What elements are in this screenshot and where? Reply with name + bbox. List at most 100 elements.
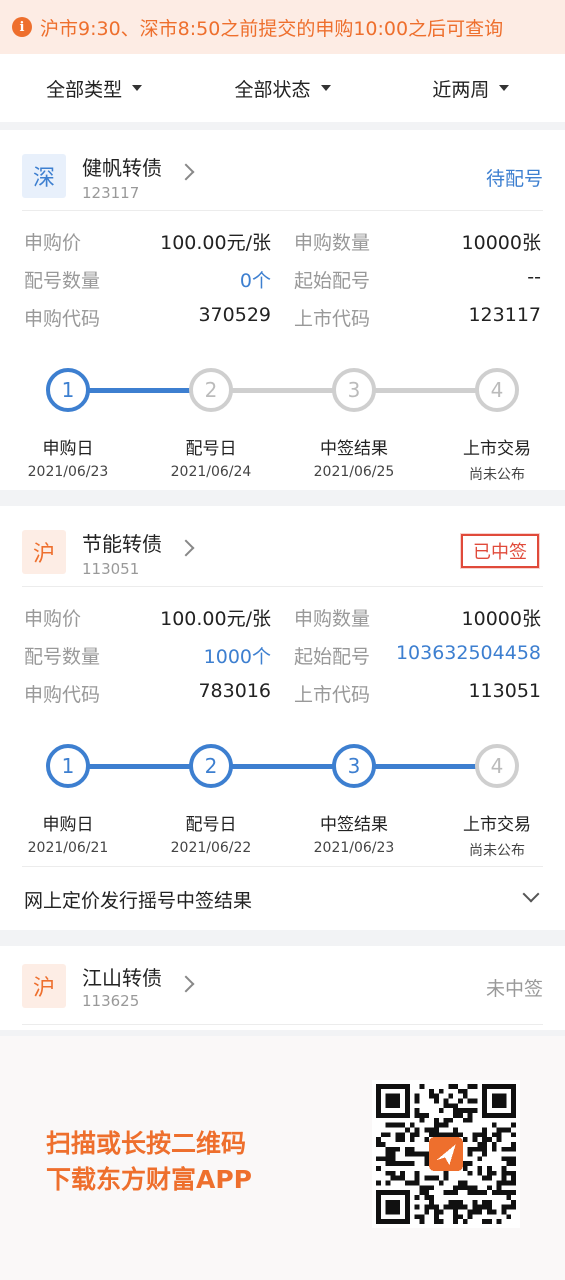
step-label: 上市交易 — [463, 815, 531, 835]
info-row: 配号数量 1000个 起始配号 103632504458 — [0, 642, 565, 680]
step-label: 申购日 — [42, 815, 94, 835]
lottery-result-expander[interactable]: 网上定价发行摇号中签结果 — [0, 868, 565, 932]
value-list-code: 123117 — [468, 304, 541, 326]
step-date: 尚未公布 — [469, 467, 525, 483]
step-label: 申购日 — [42, 439, 94, 459]
info-row: 申购价 100.00元/张 申购数量 10000张 — [0, 228, 565, 266]
label-sub-code: 申购代码 — [24, 684, 101, 706]
chevron-down-icon — [522, 885, 540, 903]
step-circle: 3 — [332, 368, 376, 412]
bond-card: 沪 江山转债 113625 未中签 — [0, 946, 565, 1030]
value-list-code: 113051 — [468, 680, 541, 702]
filter-type[interactable]: 全部类型 — [0, 54, 188, 122]
bond-header[interactable]: 沪 江山转债 113625 未中签 — [0, 946, 565, 1030]
value-price: 100.00元/张 — [160, 232, 271, 254]
value-sub-code: 783016 — [198, 680, 271, 702]
info-icon: i — [12, 17, 32, 37]
step-label: 中签结果 — [320, 439, 388, 459]
bond-name: 江山转债 — [82, 966, 162, 990]
value-start-no[interactable]: 103632504458 — [396, 642, 541, 664]
step-circle: 4 — [475, 744, 519, 788]
step-label: 配号日 — [185, 815, 237, 835]
step-date: 2021/06/25 — [313, 464, 395, 480]
bond-header[interactable]: 沪 节能转债 113051 已中签 — [0, 506, 565, 594]
step-label: 中签结果 — [320, 815, 388, 835]
label-match-qty: 配号数量 — [24, 270, 101, 292]
filter-status[interactable]: 全部状态 — [188, 54, 376, 122]
progress-steps: 1 申购日 2021/06/23 2 配号日 2021/06/24 3 中签结果 2021/06… — [0, 352, 565, 492]
label-match-qty: 配号数量 — [24, 646, 101, 668]
divider — [22, 210, 543, 211]
bond-code: 123117 — [82, 184, 140, 202]
step-date: 尚未公布 — [469, 843, 525, 859]
step-circle: 2 — [189, 744, 233, 788]
caret-down-icon — [132, 85, 143, 91]
step-date: 2021/06/23 — [27, 464, 109, 480]
filter-type-label: 全部类型 — [46, 78, 123, 101]
label-list-code: 上市代码 — [294, 308, 371, 330]
step-circle: 2 — [189, 368, 233, 412]
qr-code-graphic — [376, 1084, 516, 1224]
step-circle: 1 — [46, 744, 90, 788]
label-start-no: 起始配号 — [294, 646, 371, 668]
label-sub-code: 申购代码 — [24, 308, 101, 330]
bond-code: 113625 — [82, 992, 140, 1010]
value-start-no: -- — [527, 266, 541, 288]
step-label: 配号日 — [185, 439, 237, 459]
promo-line2: 下载东方财富APP — [46, 1165, 252, 1194]
step-circle: 1 — [46, 368, 90, 412]
label-price: 申购价 — [24, 608, 82, 630]
chevron-right-icon — [177, 163, 195, 181]
status-badge: 待配号 — [485, 168, 543, 190]
bond-name: 节能转债 — [82, 532, 162, 556]
notice-text: 沪市9:30、深市8:50之前提交的申购10:00之后可查询 — [40, 17, 504, 40]
step-date: 2021/06/21 — [27, 840, 109, 856]
divider — [22, 1024, 543, 1025]
value-price: 100.00元/张 — [160, 608, 271, 630]
info-row: 申购价 100.00元/张 申购数量 10000张 — [0, 604, 565, 642]
bond-header[interactable]: 深 健帆转债 123117 待配号 — [0, 130, 565, 218]
chevron-right-icon — [177, 975, 195, 993]
market-badge: 沪 — [22, 530, 66, 574]
promo-line1: 扫描或长按二维码 — [46, 1129, 247, 1158]
info-row: 申购代码 783016 上市代码 113051 — [0, 680, 565, 718]
value-qty: 10000张 — [461, 232, 541, 254]
filter-status-label: 全部状态 — [234, 78, 311, 101]
bond-code: 113051 — [82, 560, 140, 578]
step-circle: 4 — [475, 368, 519, 412]
chevron-right-icon — [177, 539, 195, 557]
value-qty: 10000张 — [461, 608, 541, 630]
step-date: 2021/06/24 — [170, 464, 252, 480]
info-row: 申购代码 370529 上市代码 123117 — [0, 304, 565, 342]
divider — [22, 586, 543, 587]
step-circle: 3 — [332, 744, 376, 788]
label-list-code: 上市代码 — [294, 684, 371, 706]
market-badge: 沪 — [22, 964, 66, 1008]
divider — [22, 866, 543, 867]
download-promo: 扫描或长按二维码 下载东方财富APP — [0, 1036, 565, 1280]
step-date: 2021/06/23 — [313, 840, 395, 856]
caret-down-icon — [499, 85, 510, 91]
market-badge: 深 — [22, 154, 66, 198]
value-match-qty[interactable]: 1000个 — [204, 642, 271, 669]
status-badge: 未中签 — [485, 978, 543, 1000]
label-qty: 申购数量 — [294, 232, 371, 254]
filter-period[interactable]: 近两周 — [377, 54, 565, 122]
label-price: 申购价 — [24, 232, 82, 254]
filter-period-label: 近两周 — [432, 78, 490, 101]
step-date: 2021/06/22 — [170, 840, 252, 856]
progress-steps: 1 申购日 2021/06/21 2 配号日 2021/06/22 3 中签结果 2021/06… — [0, 728, 565, 868]
value-match-qty[interactable]: 0个 — [240, 266, 271, 293]
notice-bar: i 沪市9:30、深市8:50之前提交的申购10:00之后可查询 — [0, 0, 565, 54]
bond-name: 健帆转债 — [82, 156, 162, 180]
value-sub-code: 370529 — [198, 304, 271, 326]
filter-bar: 全部类型 全部状态 近两周 — [0, 54, 565, 122]
expander-label: 网上定价发行摇号中签结果 — [24, 890, 253, 912]
info-row: 配号数量 0个 起始配号 -- — [0, 266, 565, 304]
step-label: 上市交易 — [463, 439, 531, 459]
label-qty: 申购数量 — [294, 608, 371, 630]
label-start-no: 起始配号 — [294, 270, 371, 292]
status-stamp: 已中签 — [461, 534, 539, 568]
bond-card: 深 健帆转债 123117 待配号 申购价 100.00元/张 申购数量 100… — [0, 130, 565, 490]
qr-code-icon[interactable] — [372, 1080, 520, 1228]
